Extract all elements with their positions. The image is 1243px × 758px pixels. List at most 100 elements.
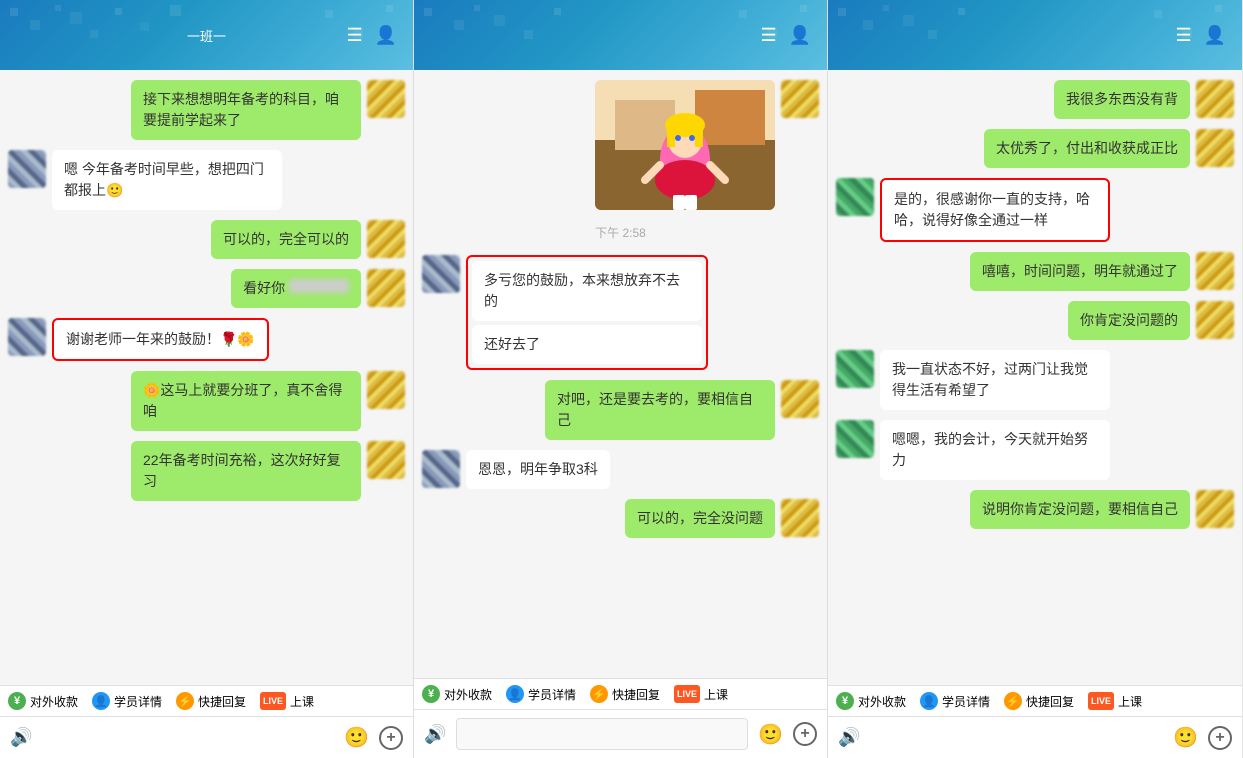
bottom-toolbar-right: ¥ 对外收款 👤 学员详情 ⚡ 快捷回复 LIVE 上课 — [828, 685, 1242, 716]
bubble-highlighted-mid2: 还好去了 — [472, 325, 702, 364]
avatar — [1196, 301, 1234, 339]
voice-button-mid[interactable]: 🔊 — [424, 724, 446, 745]
table-row: 看好你 — [8, 269, 405, 308]
toolbar-live-right[interactable]: LIVE 上课 — [1088, 692, 1142, 710]
toolbar-quick-right[interactable]: ⚡ 快捷回复 — [1004, 692, 1074, 710]
table-row: 说明你肯定没问题，要相信自己 — [836, 490, 1234, 529]
toolbar-person-mid[interactable]: 👤 学员详情 — [506, 685, 576, 703]
input-row-right: 🔊 🙂 + — [828, 716, 1242, 758]
table-row: 嗯 今年备考时间早些，想把四门都报上🙂 — [8, 150, 405, 210]
live-icon: LIVE — [1088, 692, 1114, 710]
toolbar-live-left[interactable]: LIVE 上课 — [260, 692, 314, 710]
chat-input-mid[interactable] — [456, 718, 748, 750]
quick-icon: ⚡ — [1004, 692, 1022, 710]
toolbar-quick-label: 快捷回复 — [198, 693, 246, 710]
avatar — [8, 150, 46, 188]
toolbar-money-label-mid: 对外收款 — [444, 686, 492, 703]
avatar — [781, 80, 819, 118]
header-icons-mid: ☰ 👤 — [760, 25, 811, 46]
table-row: 可以的，完全可以的 — [8, 220, 405, 259]
money-icon: ¥ — [836, 692, 854, 710]
bubble: 🌼这马上就要分班了，真不舍得咱 — [131, 371, 361, 431]
toolbar-money-label: 对外收款 — [30, 693, 78, 710]
bubble-highlighted: 谢谢老师一年来的鼓励！🌹🌼 — [52, 318, 269, 361]
table-row: 恩恩，明年争取3科 — [422, 450, 819, 489]
avatar — [1196, 129, 1234, 167]
table-row: 对吧，还是要去考的，要相信自己 — [422, 380, 819, 440]
toolbar-quick-mid[interactable]: ⚡ 快捷回复 — [590, 685, 660, 703]
toolbar-money-label-right: 对外收款 — [858, 693, 906, 710]
add-button-mid[interactable]: + — [793, 722, 817, 746]
avatar — [367, 441, 405, 479]
chat-area-left: 接下来想想明年备考的科目，咱要提前学起来了 嗯 今年备考时间早些，想把四门都报上… — [0, 70, 413, 685]
avatar — [367, 80, 405, 118]
profile-icon-mid[interactable]: 👤 — [789, 25, 811, 46]
voice-button-left[interactable]: 🔊 — [10, 727, 32, 748]
toolbar-person-right[interactable]: 👤 学员详情 — [920, 692, 990, 710]
menu-icon-right[interactable]: ☰ — [1175, 25, 1191, 46]
bubble: 对吧，还是要去考的，要相信自己 — [545, 380, 775, 440]
avatar — [836, 178, 874, 216]
toolbar-money-mid[interactable]: ¥ 对外收款 — [422, 685, 492, 703]
table-row: 我很多东西没有背 — [836, 80, 1234, 119]
live-icon: LIVE — [674, 685, 700, 703]
toolbar-person-left[interactable]: 👤 学员详情 — [92, 692, 162, 710]
add-button-left[interactable]: + — [379, 726, 403, 750]
toolbar-person-label: 学员详情 — [114, 693, 162, 710]
table-row: 你肯定没问题的 — [836, 301, 1234, 340]
avatar — [8, 318, 46, 356]
bubble: 我一直状态不好，过两门让我觉得生活有希望了 — [880, 350, 1110, 410]
avatar — [1196, 490, 1234, 528]
emoji-button-mid[interactable]: 🙂 — [758, 722, 783, 747]
input-row-left: 🔊 🙂 + — [0, 716, 413, 758]
bubble: 我很多东西没有背 — [1054, 80, 1190, 119]
menu-icon-mid[interactable]: ☰ — [760, 25, 776, 46]
toolbar-live-label: 上课 — [290, 693, 314, 710]
bubble: 22年备考时间充裕，这次好好复习 — [131, 441, 361, 501]
quick-icon: ⚡ — [176, 692, 194, 710]
table-row: 🌼这马上就要分班了，真不舍得咱 — [8, 371, 405, 431]
avatar — [422, 255, 460, 293]
header-title-left: 一班一 — [187, 26, 226, 45]
menu-icon-left[interactable]: ☰ — [346, 25, 362, 46]
table-row: 22年备考时间充裕，这次好好复习 — [8, 441, 405, 501]
chat-image — [595, 80, 775, 210]
table-row: 是的，很感谢你一直的支持，哈哈，说得好像全通过一样 — [836, 178, 1234, 242]
emoji-button-right[interactable]: 🙂 — [1173, 725, 1198, 750]
bubble-highlighted-mid1: 多亏您的鼓励，本来想放弃不去的 — [472, 261, 702, 321]
toolbar-money-left[interactable]: ¥ 对外收款 — [8, 692, 78, 710]
panel-left: 一班一 ☰ 👤 接下来想想明年备考的科目，咱要提前学起来了 嗯 今年备考时间早些… — [0, 0, 414, 758]
bubble: 你肯定没问题的 — [1068, 301, 1190, 340]
chat-area-mid: 下午 2:58 多亏您的鼓励，本来想放弃不去的 还好去了 对吧，还是要去考的，要… — [414, 70, 827, 678]
avatar — [781, 499, 819, 537]
emoji-button-left[interactable]: 🙂 — [344, 725, 369, 750]
bubble: 嗯嗯，我的会计，今天就开始努力 — [880, 420, 1110, 480]
profile-icon-left[interactable]: 👤 — [375, 25, 397, 46]
table-row: 嘻嘻，时间问题，明年就通过了 — [836, 252, 1234, 291]
avatar — [367, 371, 405, 409]
person-icon: 👤 — [920, 692, 938, 710]
chat-area-right: 我很多东西没有背 太优秀了，付出和收获成正比 是的，很感谢你一直的支持，哈哈，说… — [828, 70, 1242, 685]
person-icon: 👤 — [92, 692, 110, 710]
toolbar-person-label-right: 学员详情 — [942, 693, 990, 710]
avatar — [1196, 80, 1234, 118]
timestamp-mid: 下午 2:58 — [422, 224, 819, 241]
toolbar-money-right[interactable]: ¥ 对外收款 — [836, 692, 906, 710]
money-icon: ¥ — [8, 692, 26, 710]
voice-button-right[interactable]: 🔊 — [838, 727, 860, 748]
avatar — [367, 269, 405, 307]
blurred-name — [289, 279, 349, 293]
toolbar-live-label-right: 上课 — [1118, 693, 1142, 710]
bottom-toolbar-left: ¥ 对外收款 👤 学员详情 ⚡ 快捷回复 LIVE 上课 — [0, 685, 413, 716]
toolbar-quick-left[interactable]: ⚡ 快捷回复 — [176, 692, 246, 710]
toolbar-quick-label-mid: 快捷回复 — [612, 686, 660, 703]
bubble: 可以的，完全没问题 — [625, 499, 775, 538]
profile-icon-right[interactable]: 👤 — [1204, 25, 1226, 46]
toolbar-live-mid[interactable]: LIVE 上课 — [674, 685, 728, 703]
header-right: ☰ 👤 — [828, 0, 1242, 70]
bubble: 可以的，完全可以的 — [211, 220, 361, 259]
header-left: 一班一 ☰ 👤 — [0, 0, 413, 70]
add-button-right[interactable]: + — [1208, 726, 1232, 750]
highlighted-group: 多亏您的鼓励，本来想放弃不去的 还好去了 — [466, 255, 708, 370]
bubble-highlighted-right: 是的，很感谢你一直的支持，哈哈，说得好像全通过一样 — [880, 178, 1110, 242]
